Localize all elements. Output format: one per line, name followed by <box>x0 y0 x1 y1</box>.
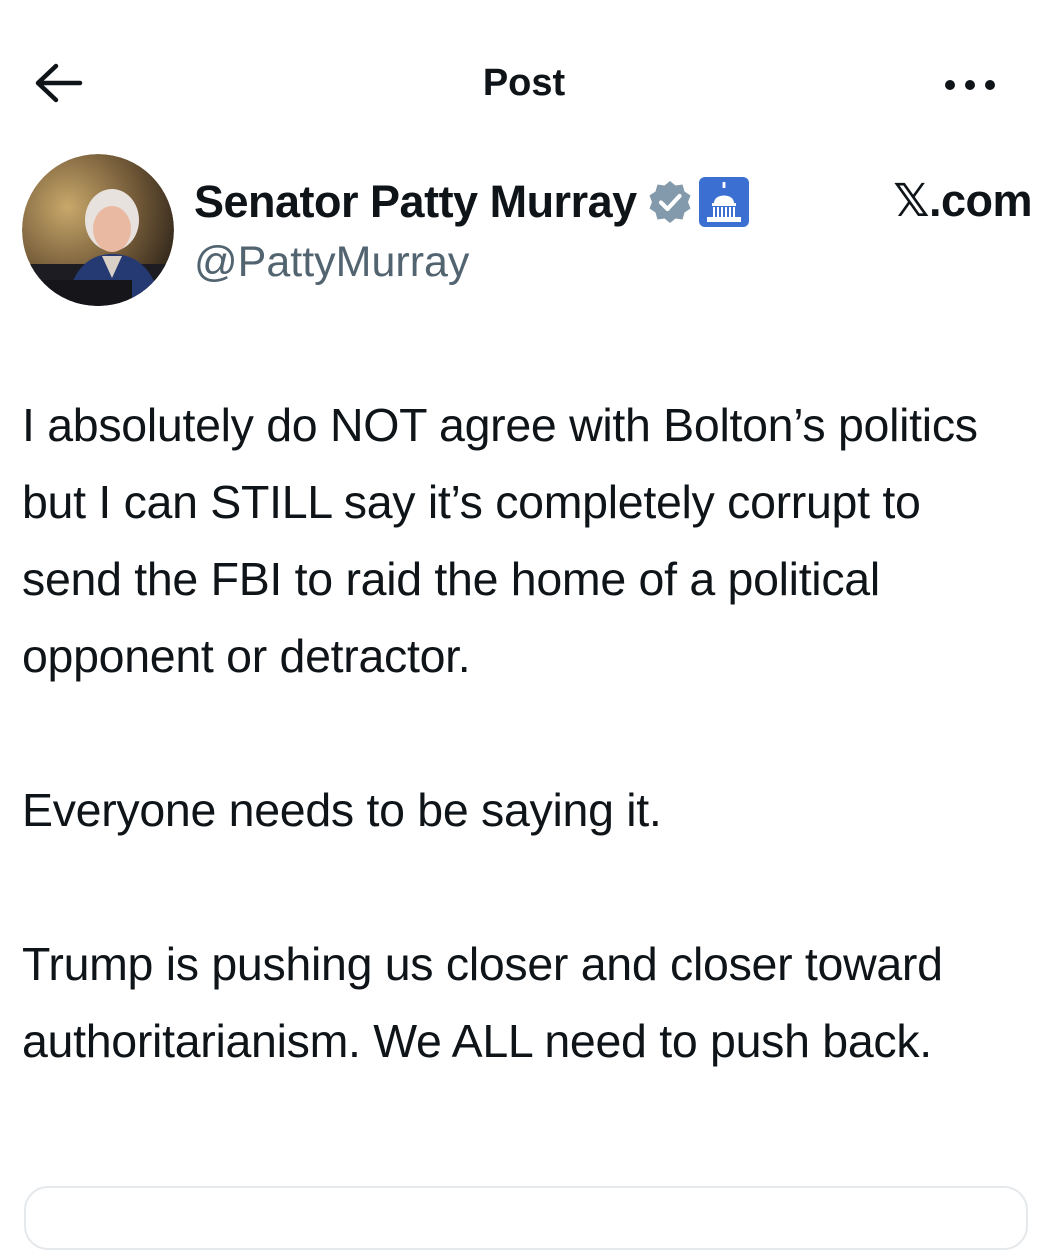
us-capitol-icon <box>698 177 749 227</box>
page-title: Post <box>482 62 566 104</box>
embedded-card-edge[interactable] <box>24 1186 1028 1250</box>
post-author: Senator Patty Murray 𝕏.com @PattyMurray <box>22 152 1032 312</box>
avatar[interactable] <box>22 154 174 306</box>
post-paragraph: Trump is pushing us closer and closer to… <box>22 938 943 1067</box>
verified-badge-icon <box>649 181 691 223</box>
post-paragraph: I absolutely do NOT agree with Bolton’s … <box>22 399 978 682</box>
post-paragraph: Everyone needs to be saying it. <box>22 784 662 836</box>
more-options-button[interactable] <box>942 68 998 102</box>
x-watermark: 𝕏.com <box>893 175 1032 226</box>
ellipsis-icon <box>945 80 995 90</box>
post-text: I absolutely do NOT agree with Bolton’s … <box>22 387 1032 1080</box>
display-name[interactable]: Senator Patty Murray <box>194 176 637 228</box>
top-bar: Post <box>0 40 1048 130</box>
name-row: Senator Patty Murray <box>194 172 751 232</box>
profile-photo <box>22 154 174 306</box>
user-handle[interactable]: @PattyMurray <box>194 238 469 287</box>
